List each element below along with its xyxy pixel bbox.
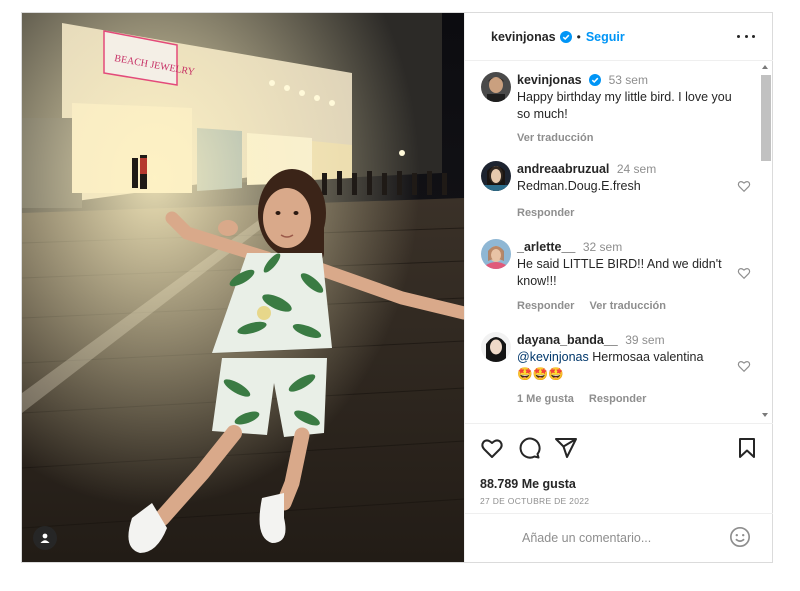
instagram-post-modal: BEACH JEWELRY kevinjonas • Seguir kevinj… [21,12,773,563]
verified-badge-icon [589,74,602,86]
reply-button[interactable]: Responder [589,393,646,405]
author-username[interactable]: kevinjonas [491,30,556,44]
mention-link[interactable]: @kevinjonas [517,350,589,364]
comment-likes-count[interactable]: 1 Me gusta [517,393,574,405]
reply-button[interactable]: Responder [517,207,574,219]
comment-time[interactable]: 32 sem [583,240,622,254]
verified-badge-icon [559,30,572,43]
like-heart-icon[interactable] [480,436,504,460]
avatar-image [481,161,511,191]
tagged-user-button[interactable] [33,526,57,550]
comment-text: @kevinjonas Hermosaa valentina [517,349,747,366]
avatar-image [481,72,511,102]
comment-username[interactable]: _arlette__ [517,240,575,254]
caption-username[interactable]: kevinjonas [517,73,582,87]
scroll-up-arrow-icon[interactable] [762,65,768,69]
scroll-down-arrow-icon[interactable] [762,413,768,417]
follow-button[interactable]: Seguir [586,30,625,44]
translate-button[interactable]: Ver traducción [590,300,666,312]
comment-item: _arlette__ 32 sem He said LITTLE BIRD!! … [481,239,751,319]
like-comment-heart-icon[interactable] [737,266,751,280]
comment-bubble-icon[interactable] [517,436,541,460]
post-actions-bar: 88.789 Me gusta 27 DE OCTUBRE DE 2022 [465,423,773,513]
avatar[interactable] [481,332,511,362]
comments-scrollbar[interactable] [759,63,771,419]
avatar[interactable] [481,239,511,269]
comment-username[interactable]: andreaabruzual [517,162,609,176]
comment-emojis: 🤩🤩🤩 [517,367,564,381]
post-photo[interactable]: BEACH JEWELRY [22,13,464,562]
user-icon [40,533,50,543]
comment-text: He said LITTLE BIRD!! And we didn't know… [517,257,722,288]
add-comment-bar [465,513,773,562]
post-header: kevinjonas • Seguir [465,13,773,61]
emoji-icon[interactable] [729,526,751,548]
more-dot [737,34,740,38]
avatar[interactable] [481,72,511,102]
more-dot [744,34,748,38]
caption-text: Happy birthday my little bird. I love yo… [517,90,732,121]
like-comment-heart-icon[interactable] [737,359,751,373]
post-date[interactable]: 27 DE OCTUBRE DE 2022 [480,496,589,506]
comment-time[interactable]: 39 sem [625,333,664,347]
caption-item: kevinjonas 53 sem Happy birthday my litt… [481,72,751,144]
more-dot [752,34,755,38]
comment-item: andreaabruzual 24 sem Redman.Doug.E.fres… [481,161,751,221]
more-options-button[interactable] [737,29,755,43]
comment-text-rest: Hermosaa valentina [588,350,704,364]
photo-illustration: BEACH JEWELRY [22,13,464,562]
share-send-icon[interactable] [554,436,578,460]
comment-username[interactable]: dayana_banda__ [517,333,618,347]
comment-item: dayana_banda__ 39 sem @kevinjonas Hermos… [481,332,751,412]
post-side-panel: kevinjonas • Seguir kevinjonas 53 sem Ha… [464,13,773,562]
comment-text: Redman.Doug.E.fresh [517,179,641,193]
reply-button[interactable]: Responder [517,300,574,312]
likes-count[interactable]: 88.789 Me gusta [480,477,576,491]
comment-time[interactable]: 24 sem [617,162,656,176]
avatar[interactable] [481,161,511,191]
header-separator: • [576,29,581,44]
translate-button[interactable]: Ver traducción [517,132,593,144]
comment-input[interactable] [522,528,722,548]
scroll-thumb[interactable] [761,75,771,161]
avatar-image [481,239,511,269]
like-comment-heart-icon[interactable] [737,179,751,193]
avatar-image [481,332,511,362]
save-bookmark-icon[interactable] [735,436,759,460]
caption-time[interactable]: 53 sem [609,73,648,87]
comments-list[interactable]: kevinjonas 53 sem Happy birthday my litt… [465,61,773,423]
